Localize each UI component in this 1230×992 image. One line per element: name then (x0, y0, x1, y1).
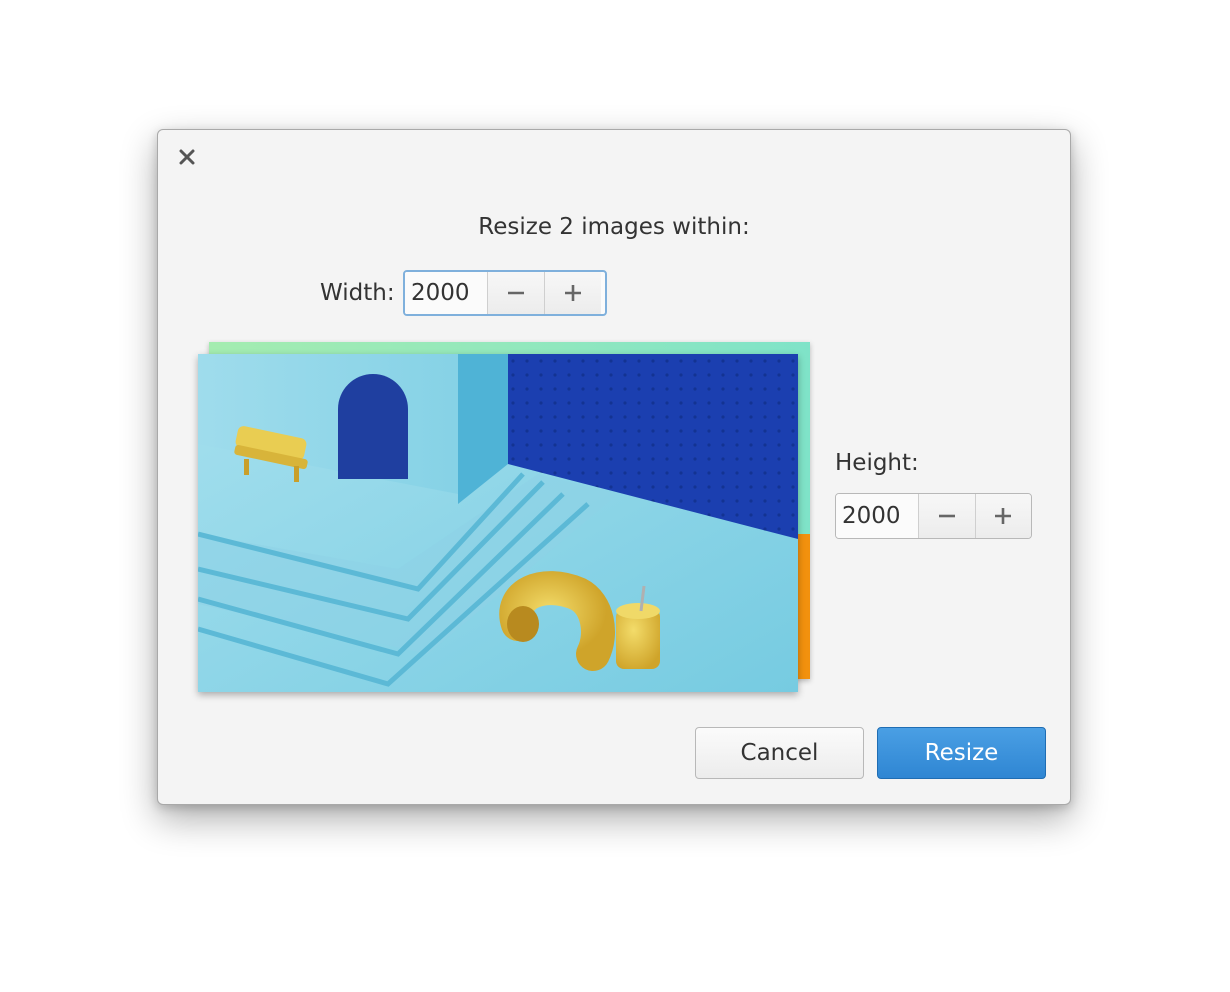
height-input[interactable] (836, 494, 918, 538)
plus-icon (995, 508, 1012, 524)
width-decrement-button[interactable] (487, 272, 544, 314)
height-spinbutton (835, 493, 1032, 539)
cancel-button[interactable]: Cancel (695, 727, 864, 779)
minus-icon (508, 291, 524, 295)
close-icon (179, 149, 195, 165)
height-label: Height: (835, 450, 919, 476)
dialog-title: Resize 2 images within: (478, 214, 750, 240)
image-preview-stack (198, 342, 812, 694)
height-decrement-button[interactable] (918, 494, 975, 538)
resize-button[interactable]: Resize (877, 727, 1046, 779)
width-label: Width: (320, 280, 395, 306)
preview-image-front (198, 354, 798, 692)
plus-icon (565, 285, 581, 301)
resize-dialog: Resize 2 images within: Width: 2000 Heig… (157, 129, 1071, 805)
height-increment-button[interactable] (974, 494, 1031, 538)
width-spinbutton (403, 270, 607, 316)
width-input[interactable] (405, 272, 487, 314)
close-button[interactable] (174, 144, 200, 170)
minus-icon (938, 514, 955, 518)
width-increment-button[interactable] (544, 272, 601, 314)
